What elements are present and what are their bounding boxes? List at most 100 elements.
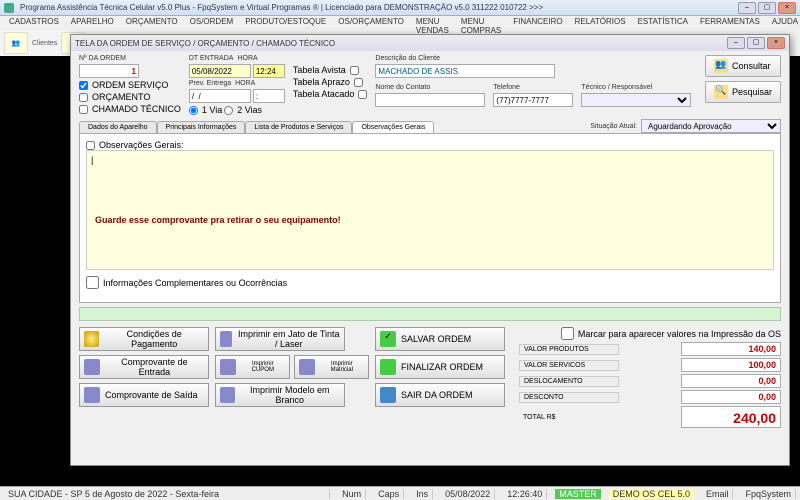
sb-time: 12:26:40 [503,489,547,499]
window-title: TELA DA ORDEM DE SERVIÇO / ORÇAMENTO / C… [75,39,727,48]
tab-observacoes[interactable]: Observações Gerais [352,121,434,133]
exit-icon [380,387,396,403]
tecnico-select[interactable] [581,93,691,107]
close-button[interactable]: × [778,2,796,14]
chk-tabela-avista[interactable]: Tabela Avista [293,65,368,75]
dt-entrada-input[interactable] [189,64,251,78]
dotmatrix-icon [299,359,315,375]
situacao-select[interactable]: Aguardando Aprovação [641,119,781,133]
total-label: TOTAL R$ [519,413,619,422]
imprimir-jato-button[interactable]: Imprimir em Jato de Tinta / Laser [215,327,345,351]
condicoes-pagamento-button[interactable]: Condições de Pagamento [79,327,209,351]
tab-lista-produtos[interactable]: Lista de Produtos e Serviços [245,121,352,133]
win-maximize[interactable]: ▢ [747,37,765,49]
app-titlebar: Programa Assistência Técnica Celular v5.… [0,0,800,16]
valor-produtos-label: VALOR PRODUTOS [519,344,619,355]
consultar-icon: 👥 [714,59,728,73]
win-close[interactable]: × [767,37,785,49]
situacao-label: Situação Atual: [590,123,637,130]
menu-estatistica[interactable]: ESTATÍSTICA [633,16,693,30]
prev-hora-input[interactable] [253,89,285,103]
maximize-button[interactable]: ▢ [758,2,776,14]
toolbar-clientes-label: Clientes [32,40,57,47]
os-window: TELA DA ORDEM DE SERVIÇO / ORÇAMENTO / C… [70,34,790,466]
menu-vendas[interactable]: MENU VENDAS [411,16,454,30]
sb-caps: Caps [374,489,404,499]
menu-financeiro[interactable]: FINANCEIRO [508,16,567,30]
tab-dados-aparelho[interactable]: Dados do Aparelho [79,121,157,133]
telefone-input[interactable] [493,93,573,107]
info-comp-checkbox[interactable] [86,276,99,289]
receipt-icon [220,359,236,375]
comprovante-saida-button[interactable]: Comprovante de Saída [79,383,209,407]
chk-orcamento[interactable]: ORÇAMENTO [79,92,181,102]
prev-hora-label: HORA [235,80,255,87]
pesquisar-button[interactable]: 🔍Pesquisar [705,81,781,103]
comprovante-entrada-button[interactable]: Comprovante de Entrada [79,355,209,379]
toolbar-clientes-icon[interactable]: 👥 [4,32,28,54]
radio-1via[interactable]: 1 Via [189,105,222,115]
app-title: Programa Assistência Técnica Celular v5.… [20,3,732,12]
menu-cadastros[interactable]: CADASTROS [4,16,64,30]
cliente-input[interactable] [375,64,555,78]
menu-aparelho[interactable]: APARELHO [66,16,119,30]
num-ordem-input[interactable] [79,64,139,78]
menu-ferramentas[interactable]: FERRAMENTAS [695,16,765,30]
imprimir-branco-button[interactable]: Imprimir Modelo em Branco [215,383,345,407]
obs-title: Observações Gerais: [99,140,184,150]
check-icon: ✓ [380,331,396,347]
desc-cliente-label: Descrição do Cliente [375,55,697,62]
blank-icon [220,387,235,403]
sb-email[interactable]: Email [702,489,734,499]
tab-principais-info[interactable]: Principais Informações [157,121,246,133]
valor-servicos-label: VALOR SERVICOS [519,360,619,371]
sb-date: 05/08/2022 [441,489,495,499]
green-separator [79,307,781,321]
print-icon [84,387,100,403]
printer-icon [220,331,232,347]
sb-demo: DEMO OS CEL 5.0 [609,489,694,499]
tel-label: Telefone [493,84,573,91]
chk-ordem-servico[interactable]: ORDEM SERVIÇO [79,80,181,90]
hora-label: HORA [237,55,257,62]
menu-compras[interactable]: MENU COMPRAS [456,16,506,30]
chk-tabela-atacado[interactable]: Tabela Atacado [293,89,368,99]
menu-ajuda[interactable]: AJUDA [767,16,800,30]
valor-servicos: 100,00 [681,358,781,372]
deslocamento: 0,00 [681,374,781,388]
contato-input[interactable] [375,93,485,107]
radio-2vias[interactable]: 2 Vias [224,105,262,115]
sb-city: SUA CIDADE - SP 5 de Agosto de 2022 - Se… [4,489,330,499]
contato-label: Nome do Contato [375,84,485,91]
salvar-ordem-button[interactable]: ✓SALVAR ORDEM [375,327,505,351]
finalizar-ordem-button[interactable]: FINALIZAR ORDEM [375,355,505,379]
marcar-valores-check[interactable]: Marcar para aparecer valores na Impressã… [519,327,781,340]
prev-entrega-input[interactable] [189,89,251,103]
menu-osorc[interactable]: OS/ORÇAMENTO [333,16,409,30]
sb-fpq[interactable]: FpqSystem [741,489,796,499]
menu-orcamento[interactable]: ORÇAMENTO [121,16,183,30]
menu-produto[interactable]: PRODUTO/ESTOQUE [240,16,331,30]
hora-input[interactable] [253,64,285,78]
win-minimize[interactable]: – [727,37,745,49]
menu-relatorios[interactable]: RELATÓRIOS [570,16,631,30]
observacoes-textarea[interactable]: | Guarde esse comprovante pra retirar o … [86,150,774,270]
imprimir-matricial-button[interactable]: Imprimir Matricial [294,355,369,379]
sair-ordem-button[interactable]: SAIR DA ORDEM [375,383,505,407]
pesquisar-icon: 🔍 [714,85,728,99]
num-ordem-label: Nº DA ORDEM [79,55,181,62]
chk-chamado[interactable]: CHAMADO TÉCNICO [79,104,181,114]
total-value: 240,00 [681,406,781,428]
imprimir-cupom-button[interactable]: Imprimir CUPOM [215,355,290,379]
prev-label: Prev. Entrega [189,80,231,87]
sb-num: Num [338,489,366,499]
obs-checkbox[interactable] [86,141,95,150]
desconto-label: DESCONTO [519,392,619,403]
statusbar: SUA CIDADE - SP 5 de Agosto de 2022 - Se… [0,486,800,500]
minimize-button[interactable]: – [738,2,756,14]
menu-osordem[interactable]: OS/ORDEM [185,16,239,30]
chk-tabela-aprazo[interactable]: Tabela Aprazo [293,77,368,87]
consultar-button[interactable]: 👥Consultar [705,55,781,77]
valor-produtos: 140,00 [681,342,781,356]
print-icon [84,359,100,375]
